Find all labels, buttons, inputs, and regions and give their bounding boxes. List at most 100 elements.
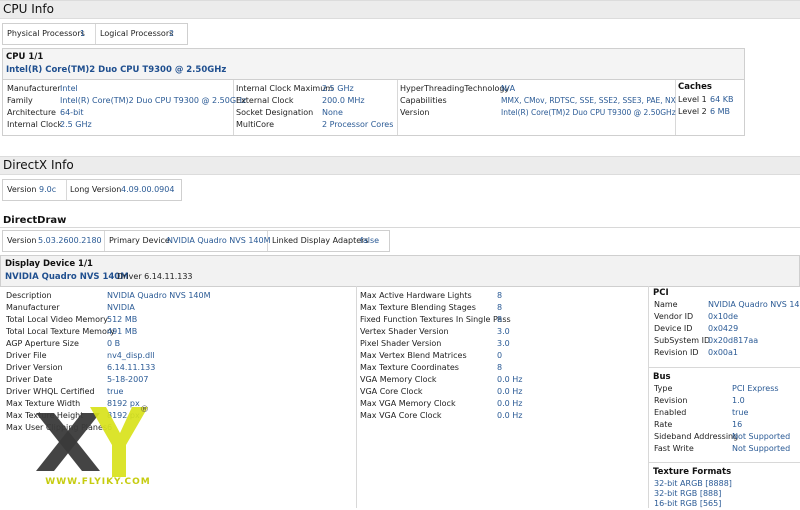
linked-adapters-value: false <box>360 236 380 245</box>
cpu-section-title: CPU 1/1 <box>6 52 44 62</box>
pci-name-value: NVIDIA Quadro NVS 140M <box>708 300 800 309</box>
cpu-version-label: Version <box>400 108 430 117</box>
pci-revision-value: 0x00a1 <box>708 348 738 357</box>
dd-vga-core-clock-label: VGA Core Clock <box>360 387 423 396</box>
directdraw-version-value: 5.03.2600.2180 <box>38 236 102 245</box>
flyiky-watermark: ® WWW.FLYIKY.COM <box>28 405 168 505</box>
dd-driver-file-label: Driver File <box>6 351 47 360</box>
cpu-external-clock-label: External Clock <box>236 96 294 105</box>
cpu-internal-clock-value: 2.5 GHz <box>60 120 92 129</box>
directdraw-version-label: Version <box>7 236 37 245</box>
bus-enabled-value: true <box>732 408 749 417</box>
primary-device-label: Primary Device <box>109 236 170 245</box>
directx-info-header <box>0 156 800 175</box>
bus-type-value: PCI Express <box>732 384 779 393</box>
dd-driver-date-label: Driver Date <box>6 375 53 384</box>
physical-processors-label: Physical Processors <box>7 29 85 38</box>
watermark-url: WWW.FLYIKY.COM <box>45 477 151 487</box>
logical-processors-value: 2 <box>169 29 175 38</box>
dd-blend-matrices-value: 0 <box>497 351 503 360</box>
cache-l2-label: Level 2 <box>678 107 707 116</box>
bus-sideband-value: Not Supported <box>732 432 791 441</box>
dd-description-value: NVIDIA Quadro NVS 140M <box>107 291 211 300</box>
bus-rate-label: Rate <box>654 420 673 429</box>
pci-subsystem-value: 0x20d817aa <box>708 336 759 345</box>
dd-blend-matrices-label: Max Vertex Blend Matrices <box>360 351 467 360</box>
pci-name-label: Name <box>654 300 678 309</box>
dd-manufacturer-label: Manufacturer <box>6 303 60 312</box>
dd-max-vga-mem-clock-value: 0.0 Hz <box>497 399 523 408</box>
directx-version-label: Version <box>7 185 37 194</box>
dd-max-vga-mem-clock-label: Max VGA Memory Clock <box>360 399 456 408</box>
display-device-title: Display Device 1/1 <box>5 259 93 269</box>
cpu-external-clock-value: 200.0 MHz <box>322 96 365 105</box>
cpu-hyperthreading-label: HyperThreadingTechnology <box>400 84 510 93</box>
pci-subsystem-label: SubSystem ID <box>654 336 711 345</box>
cpu-socket-label: Socket Designation <box>236 108 314 117</box>
dd-blend-stages-value: 8 <box>497 303 503 312</box>
dd-vga-mem-clock-label: VGA Memory Clock <box>360 375 437 384</box>
dd-driver-date-value: 5-18-2007 <box>107 375 149 384</box>
bus-title: Bus <box>653 372 671 382</box>
dd-whql-label: Driver WHQL Certified <box>6 387 95 396</box>
cpu-multicore-value: 2 Processor Cores <box>322 120 394 129</box>
display-device-name: NVIDIA Quadro NVS 140M <box>5 272 129 282</box>
dd-vertex-shader-label: Vertex Shader Version <box>360 327 449 336</box>
cpu-manufacturer-label: Manufacturer <box>7 84 61 93</box>
primary-device-value: NVIDIA Quadro NVS 140M <box>167 236 271 245</box>
dd-fixed-textures-value: 8 <box>497 315 503 324</box>
dd-vga-core-clock-value: 0.0 Hz <box>497 387 523 396</box>
dd-fixed-textures-label: Fixed Function Textures In Single Pass <box>360 315 511 324</box>
dd-agp-label: AGP Aperture Size <box>6 339 79 348</box>
dd-pixel-shader-value: 3.0 <box>497 339 510 348</box>
caches-title: Caches <box>678 82 712 92</box>
dd-video-memory-label: Total Local Video Memory <box>6 315 108 324</box>
cpu-capabilities-label: Capabilities <box>400 96 447 105</box>
dd-whql-value: true <box>107 387 124 396</box>
cpu-clock-max-label: Internal Clock Maximum <box>236 84 334 93</box>
pci-vendor-label: Vendor ID <box>654 312 694 321</box>
cpu-multicore-label: MultiCore <box>236 120 275 129</box>
texture-formats-title: Texture Formats <box>653 467 732 477</box>
dd-pixel-shader-label: Pixel Shader Version <box>360 339 442 348</box>
pci-device-value: 0x0429 <box>708 324 739 333</box>
cpu-section-header <box>2 48 745 80</box>
directx-long-version-value: 4.09.00.0904 <box>121 185 175 194</box>
cache-l1-label: Level 1 <box>678 95 707 104</box>
bus-fast-write-value: Not Supported <box>732 444 791 453</box>
cpu-internal-clock-label: Internal Clock <box>7 120 63 129</box>
dd-max-vga-core-clock-value: 0.0 Hz <box>497 411 523 420</box>
xy-logo <box>36 407 148 477</box>
bus-revision-value: 1.0 <box>732 396 745 405</box>
cpu-family-value: Intel(R) Core(TM)2 Duo CPU T9300 @ 2.50G… <box>60 96 247 105</box>
dd-vga-mem-clock-value: 0.0 Hz <box>497 375 523 384</box>
cpu-name: Intel(R) Core(TM)2 Duo CPU T9300 @ 2.50G… <box>6 65 227 75</box>
cpu-family-label: Family <box>7 96 33 105</box>
dd-driver-version-label: Driver Version <box>6 363 63 372</box>
cpu-architecture-value: 64-bit <box>60 108 84 117</box>
dd-vertex-shader-value: 3.0 <box>497 327 510 336</box>
cpu-socket-value: None <box>322 108 343 117</box>
display-driver: Driver 6.14.11.133 <box>117 272 193 281</box>
bus-enabled-label: Enabled <box>654 408 687 417</box>
cpu-manufacturer-value: Intel <box>60 84 78 93</box>
cpu-version-value: Intel(R) Core(TM)2 Duo CPU T9300 @ 2.50G… <box>501 108 676 117</box>
dd-texture-memory-label: Total Local Texture Memory <box>6 327 115 336</box>
texture-format-item: 16-bit RGB [565] <box>654 499 722 508</box>
directx-long-version-label: Long Version <box>70 185 122 194</box>
dd-manufacturer-value: NVIDIA <box>107 303 135 312</box>
cpu-capabilities-value: MMX, CMov, RDTSC, SSE, SSE2, SSE3, PAE, … <box>501 96 676 105</box>
pci-device-label: Device ID <box>654 324 693 333</box>
dd-blend-stages-label: Max Texture Blending Stages <box>360 303 476 312</box>
directdraw-title: DirectDraw <box>3 215 67 226</box>
bus-fast-write-label: Fast Write <box>654 444 694 453</box>
physical-processors-value: 1 <box>80 29 86 38</box>
dd-tex-coords-value: 8 <box>497 363 503 372</box>
bus-sideband-label: Sideband Addressing <box>654 432 739 441</box>
directx-info-title: DirectX Info <box>3 158 74 172</box>
cpu-info-header <box>0 0 800 19</box>
dd-video-memory-value: 512 MB <box>107 315 138 324</box>
pci-revision-label: Revision ID <box>654 348 699 357</box>
registered-mark: ® <box>140 405 149 415</box>
cache-l1-value: 64 KB <box>710 95 734 104</box>
